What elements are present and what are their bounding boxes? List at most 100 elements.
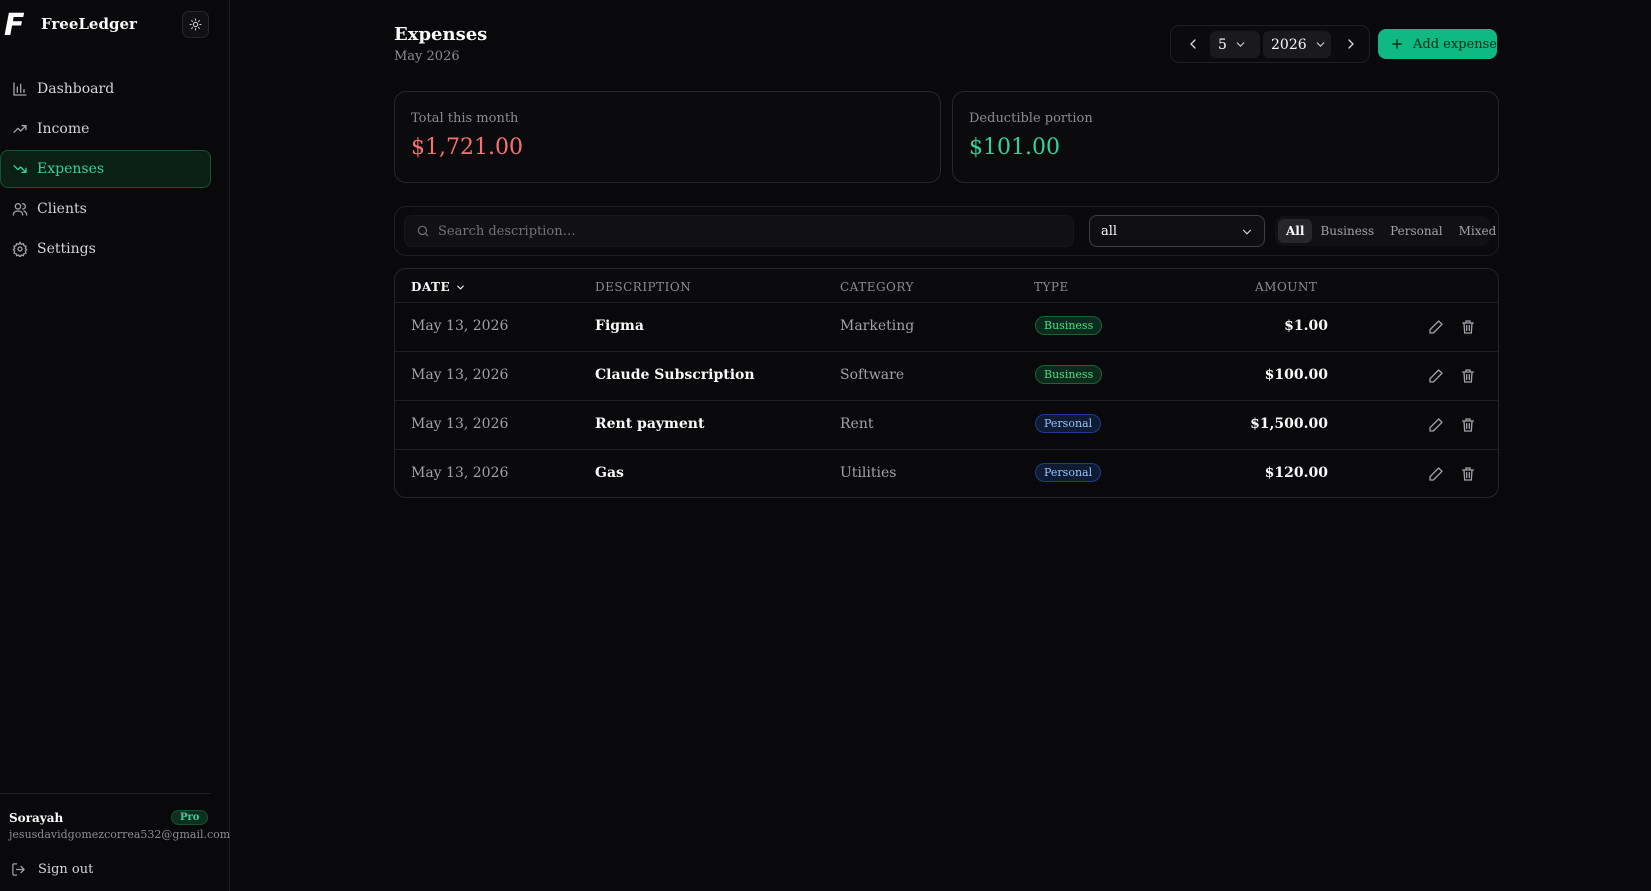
user-email: jesusdavidgomezcorrea532@gmail.com bbox=[9, 828, 231, 841]
gear-icon bbox=[12, 241, 28, 257]
trash-icon[interactable] bbox=[1460, 417, 1476, 433]
user-name: Sorayah bbox=[9, 811, 64, 825]
filter-bar: all All Business Personal Mixed bbox=[394, 206, 1499, 256]
trash-icon[interactable] bbox=[1460, 368, 1476, 384]
expenses-table: DATE DESCRIPTION CATEGORY TYPE AMOUNT Ma… bbox=[394, 268, 1499, 498]
total-month-label: Total this month bbox=[411, 111, 519, 126]
sidebar-item-label: Expenses bbox=[37, 161, 105, 177]
deductible-card: Deductible portion $101.00 bbox=[952, 91, 1499, 183]
column-header-date[interactable]: DATE bbox=[411, 280, 466, 294]
row-date: May 13, 2026 bbox=[411, 465, 509, 481]
row-category: Marketing bbox=[840, 318, 915, 334]
sidebar-item-income[interactable]: Income bbox=[0, 110, 211, 148]
year-select[interactable]: 2026 bbox=[1263, 31, 1331, 58]
edit-icon[interactable] bbox=[1428, 417, 1444, 433]
users-icon bbox=[12, 201, 28, 217]
log-out-icon bbox=[11, 862, 26, 877]
chart-icon bbox=[12, 81, 28, 97]
deductible-label: Deductible portion bbox=[969, 111, 1093, 126]
trending-up-icon bbox=[12, 121, 28, 137]
table-row: May 13, 2026 Rent payment Rent Personal … bbox=[395, 400, 1498, 449]
row-description: Rent payment bbox=[595, 416, 705, 432]
page-subtitle: May 2026 bbox=[394, 49, 460, 64]
sidebar-item-label: Settings bbox=[37, 241, 96, 257]
sign-out-button[interactable]: Sign out bbox=[11, 862, 93, 877]
row-category: Rent bbox=[840, 416, 874, 432]
trash-icon[interactable] bbox=[1460, 319, 1476, 335]
type-filter-personal[interactable]: Personal bbox=[1382, 219, 1450, 243]
sidebar-item-clients[interactable]: Clients bbox=[0, 190, 211, 228]
row-amount: $120.00 bbox=[1264, 465, 1328, 481]
total-month-value: $1,721.00 bbox=[411, 135, 523, 160]
row-date: May 13, 2026 bbox=[411, 318, 509, 334]
sort-chevron-icon bbox=[455, 282, 466, 293]
row-description: Gas bbox=[595, 465, 624, 481]
user-panel: Sorayah Pro jesusdavidgomezcorrea532@gma… bbox=[0, 793, 230, 891]
table-row: May 13, 2026 Claude Subscription Softwar… bbox=[395, 351, 1498, 400]
table-row: May 13, 2026 Gas Utilities Personal $120… bbox=[395, 449, 1498, 497]
edit-icon[interactable] bbox=[1428, 466, 1444, 482]
trending-down-icon bbox=[12, 161, 28, 177]
table-row: May 13, 2026 Figma Marketing Business $1… bbox=[395, 302, 1498, 351]
add-expense-label: Add expense bbox=[1413, 36, 1497, 52]
chevron-down-icon bbox=[1240, 225, 1254, 239]
plan-badge: Pro bbox=[171, 810, 209, 825]
sun-icon bbox=[189, 18, 202, 31]
column-header-type: TYPE bbox=[1034, 280, 1069, 294]
row-category: Utilities bbox=[840, 465, 897, 481]
app-logo[interactable]: F bbox=[4, 8, 24, 43]
edit-icon[interactable] bbox=[1428, 319, 1444, 335]
type-badge: Personal bbox=[1035, 463, 1102, 482]
type-filter: All Business Personal Mixed bbox=[1275, 216, 1496, 246]
type-filter-business[interactable]: Business bbox=[1312, 219, 1382, 243]
chevron-down-icon bbox=[1234, 38, 1247, 51]
page-title: Expenses bbox=[394, 24, 488, 45]
brand: F FreeLedger bbox=[0, 0, 230, 50]
sidebar: F FreeLedger Dashboard Income Expenses C… bbox=[0, 0, 230, 891]
column-header-amount: AMOUNT bbox=[1255, 280, 1318, 294]
row-date: May 13, 2026 bbox=[411, 367, 509, 383]
month-value: 5 bbox=[1218, 36, 1227, 53]
edit-icon[interactable] bbox=[1428, 368, 1444, 384]
search-icon bbox=[416, 224, 430, 238]
type-filter-mixed[interactable]: Mixed bbox=[1451, 219, 1505, 243]
type-badge: Business bbox=[1035, 316, 1103, 335]
sidebar-item-label: Dashboard bbox=[37, 81, 115, 97]
sidebar-item-settings[interactable]: Settings bbox=[0, 230, 211, 268]
sidebar-item-dashboard[interactable]: Dashboard bbox=[0, 70, 211, 108]
column-header-label: DATE bbox=[411, 280, 451, 294]
type-badge: Business bbox=[1035, 365, 1103, 384]
row-date: May 13, 2026 bbox=[411, 416, 509, 432]
search-input[interactable] bbox=[438, 223, 1038, 239]
chevron-down-icon bbox=[1314, 38, 1327, 51]
type-filter-all[interactable]: All bbox=[1278, 219, 1313, 243]
category-value: all bbox=[1101, 223, 1118, 239]
sign-out-label: Sign out bbox=[38, 862, 94, 877]
add-expense-button[interactable]: Add expense bbox=[1378, 29, 1497, 59]
theme-toggle-button[interactable] bbox=[182, 11, 209, 38]
sidebar-item-label: Income bbox=[37, 121, 90, 137]
type-badge: Personal bbox=[1035, 414, 1102, 433]
plus-icon bbox=[1390, 37, 1404, 51]
column-header-category: CATEGORY bbox=[840, 280, 914, 294]
search-box bbox=[404, 215, 1074, 247]
row-category: Software bbox=[840, 367, 905, 383]
previous-month-button[interactable] bbox=[1185, 36, 1201, 52]
total-month-card: Total this month $1,721.00 bbox=[394, 91, 941, 183]
column-header-description: DESCRIPTION bbox=[595, 280, 692, 294]
next-month-button[interactable] bbox=[1343, 36, 1359, 52]
trash-icon[interactable] bbox=[1460, 466, 1476, 482]
row-description: Figma bbox=[595, 318, 644, 334]
month-select[interactable]: 5 bbox=[1210, 31, 1260, 58]
table-header: DATE DESCRIPTION CATEGORY TYPE AMOUNT bbox=[395, 269, 1498, 302]
app-name[interactable]: FreeLedger bbox=[41, 15, 137, 33]
row-amount: $100.00 bbox=[1264, 367, 1328, 383]
row-amount: $1.00 bbox=[1284, 318, 1328, 334]
row-description: Claude Subscription bbox=[595, 367, 755, 383]
sidebar-item-label: Clients bbox=[37, 201, 87, 217]
deductible-value: $101.00 bbox=[969, 135, 1060, 160]
category-select[interactable]: all bbox=[1089, 215, 1265, 247]
sidebar-item-expenses[interactable]: Expenses bbox=[0, 150, 211, 188]
period-selector: 5 2026 bbox=[1170, 25, 1370, 63]
year-value: 2026 bbox=[1271, 36, 1307, 53]
